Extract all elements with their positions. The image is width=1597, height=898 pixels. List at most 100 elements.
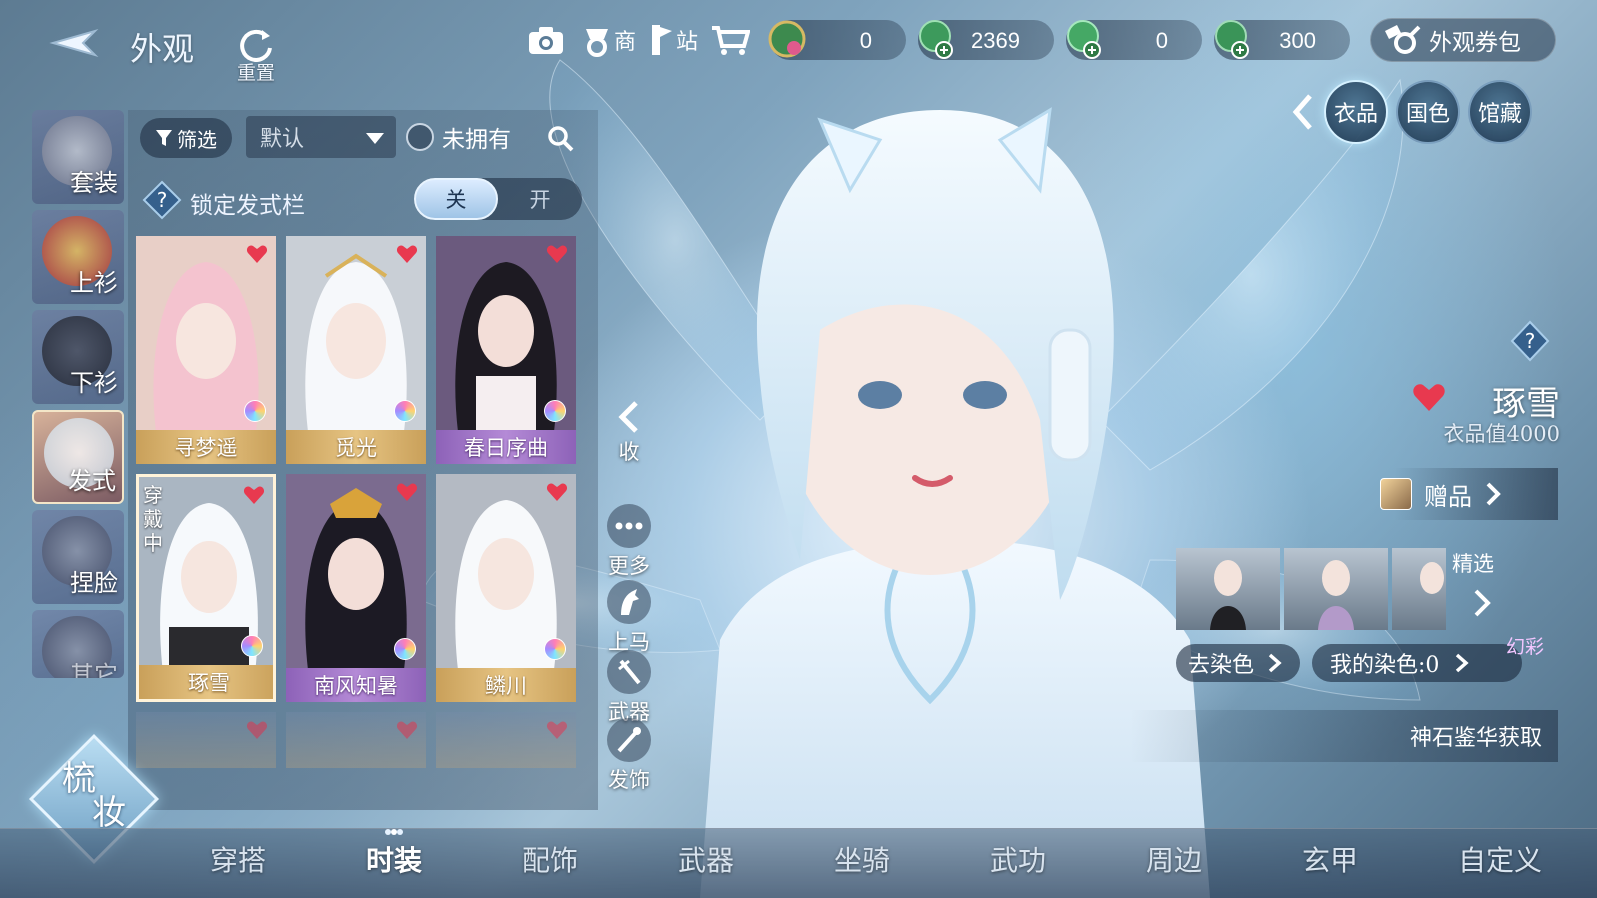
jade-currency-icon — [919, 20, 953, 59]
nav-custom[interactable]: 自定义 — [1430, 839, 1570, 889]
remove-dye-button[interactable]: 去染色 — [1176, 644, 1300, 682]
item-source-button[interactable]: 神石鉴华获取 — [1130, 710, 1558, 762]
item-name: 寻梦遥 — [136, 430, 276, 464]
item-name: 鳞川 — [436, 668, 576, 702]
help-icon[interactable]: ? — [1510, 320, 1550, 362]
shop-label: 商 — [613, 30, 636, 55]
station-button[interactable]: 站 — [646, 18, 700, 62]
chevron-right-icon — [1486, 482, 1501, 506]
sort-select[interactable]: 默认 — [246, 116, 396, 158]
item-card-partial[interactable] — [286, 712, 426, 768]
unowned-radio[interactable] — [406, 123, 434, 151]
remove-dye-label: 去染色 — [1188, 653, 1255, 678]
favorite-heart-icon[interactable] — [246, 244, 268, 264]
voucher-pack-label: 外观券包 — [1429, 30, 1521, 56]
currency-orb[interactable]: 0 — [768, 20, 906, 60]
currency-jade[interactable]: 2369 — [918, 20, 1054, 60]
favorite-heart-icon[interactable] — [246, 720, 268, 740]
favorite-heart-icon[interactable] — [1412, 382, 1446, 412]
lock-hairstyle-toggle[interactable]: 关 开 — [414, 178, 582, 220]
tab-guancang[interactable]: 馆藏 — [1468, 80, 1532, 144]
item-card-partial[interactable] — [436, 712, 576, 768]
collapse-label: 收 — [618, 440, 640, 464]
favorite-heart-icon[interactable] — [546, 720, 568, 740]
nav-fashion[interactable]: 时装 — [334, 829, 454, 889]
my-dye-button[interactable]: 我的染色:0 — [1312, 644, 1522, 682]
dye-orb-icon — [544, 400, 566, 422]
sword-icon — [607, 650, 651, 694]
favorite-heart-icon[interactable] — [396, 244, 418, 264]
favorite-heart-icon[interactable] — [546, 244, 568, 264]
dye-preview-thumb[interactable] — [1392, 548, 1446, 630]
dye-preview-image — [1420, 562, 1444, 594]
dye-preview-thumb[interactable] — [1284, 548, 1388, 630]
category-face[interactable]: 捏脸 — [32, 510, 124, 604]
currency-jade-token[interactable]: 300 — [1214, 20, 1350, 60]
nav-outfit[interactable]: 穿搭 — [178, 839, 298, 889]
item-card[interactable]: 觅光 — [286, 236, 426, 464]
category-bottom-label: 下衫 — [70, 369, 118, 397]
dye-orb-icon — [394, 400, 416, 422]
item-card-wearing[interactable]: 穿戴中 琢雪 — [136, 474, 276, 702]
voucher-icon — [1385, 25, 1421, 54]
back-arrow-icon — [49, 28, 99, 58]
tab-yipin[interactable]: 衣品 — [1324, 80, 1388, 144]
svg-text:?: ? — [1525, 329, 1536, 353]
help-icon[interactable]: ? — [142, 180, 182, 220]
weapon-button[interactable]: 武器 — [596, 650, 662, 726]
favorite-heart-icon[interactable] — [396, 720, 418, 740]
category-bottom[interactable]: 下衫 — [32, 310, 124, 404]
item-card[interactable]: 鳞川 — [436, 474, 576, 702]
category-other[interactable]: 其它 — [32, 610, 124, 678]
gift-button[interactable]: 赠品 — [1380, 468, 1558, 520]
category-suit[interactable]: 套装 — [32, 110, 124, 204]
collapse-left-icon[interactable] — [1288, 92, 1318, 132]
currency-jade-value: 2369 — [971, 28, 1020, 53]
currency-orb-value: 0 — [859, 28, 872, 53]
category-suit-label: 套装 — [70, 169, 118, 197]
nav-martial-arts[interactable]: 武功 — [958, 839, 1078, 889]
item-card[interactable]: 春日序曲 — [436, 236, 576, 464]
unowned-label: 未拥有 — [442, 127, 511, 153]
camera-button[interactable] — [524, 18, 568, 62]
nav-accessories[interactable]: 配饰 — [490, 839, 610, 889]
dye-panel: 精选 去染色 我的染色:0 幻彩 — [1176, 548, 1558, 688]
hair-accessory-label: 发饰 — [608, 768, 650, 792]
featured-button[interactable]: 精选 — [1452, 548, 1502, 638]
unowned-filter[interactable]: 未拥有 — [406, 120, 511, 154]
shop-icon — [585, 29, 608, 57]
favorite-heart-icon[interactable] — [396, 482, 418, 502]
nav-peripherals[interactable]: 周边 — [1114, 839, 1234, 889]
favorite-heart-icon[interactable] — [546, 482, 568, 502]
toggle-on-option[interactable]: 开 — [498, 178, 582, 220]
cart-button[interactable] — [708, 18, 752, 62]
category-hairstyle[interactable]: 发式 — [32, 410, 124, 504]
chevron-right-icon — [1474, 589, 1491, 617]
currency-jade-bound[interactable]: 0 — [1066, 20, 1202, 60]
tab-guose[interactable]: 国色 — [1396, 80, 1460, 144]
toggle-off-option[interactable]: 关 — [414, 178, 498, 220]
item-card[interactable]: 寻梦遥 — [136, 236, 276, 464]
top-bar: 外观 重置 商 站 0 2369 0 300 外观券包 — [0, 0, 1597, 84]
nav-mounts[interactable]: 坐骑 — [802, 839, 922, 889]
right-tab-group: 衣品 国色 馆藏 — [1288, 78, 1560, 148]
back-button[interactable] — [42, 20, 106, 66]
wearing-tag: 穿戴中 — [143, 483, 163, 555]
shop-button[interactable]: 商 — [582, 18, 636, 62]
more-button[interactable]: 更多 — [596, 504, 662, 580]
search-button[interactable] — [538, 118, 582, 158]
filter-button[interactable]: 筛选 — [140, 118, 232, 158]
nav-weapons[interactable]: 武器 — [646, 839, 766, 889]
dye-preview-thumb[interactable] — [1176, 548, 1280, 630]
voucher-pack-button[interactable]: 外观券包 — [1370, 18, 1556, 62]
hair-accessory-button[interactable]: 发饰 — [596, 718, 662, 794]
mount-button[interactable]: 上马 — [596, 580, 662, 656]
collapse-button[interactable]: 收 — [596, 400, 662, 466]
favorite-heart-icon[interactable] — [243, 485, 265, 505]
reset-button[interactable]: 重置 — [228, 26, 284, 84]
nav-armor[interactable]: 玄甲 — [1270, 839, 1390, 889]
dye-orb-icon — [394, 638, 416, 660]
category-top[interactable]: 上衫 — [32, 210, 124, 304]
chevron-right-icon — [1268, 653, 1282, 673]
item-card[interactable]: 南风知暑 — [286, 474, 426, 702]
